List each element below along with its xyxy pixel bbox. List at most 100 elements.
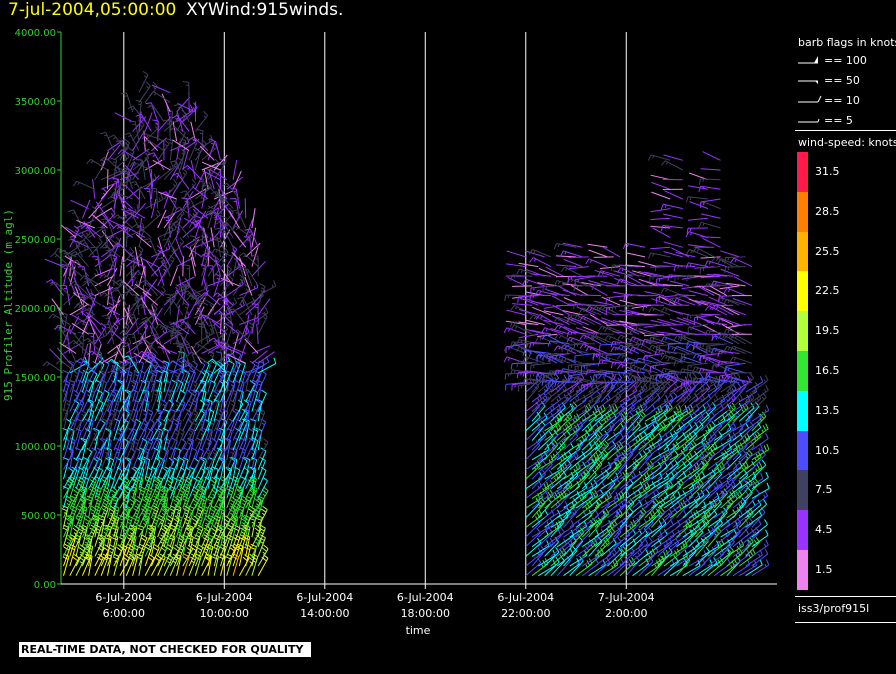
wind-barb-feather <box>200 432 204 436</box>
wind-barb-feather <box>642 478 645 482</box>
wind-barb-feather <box>259 283 266 287</box>
wind-barb-feather <box>583 308 586 312</box>
wind-barb <box>88 209 98 229</box>
wind-barb <box>625 522 641 538</box>
wind-barb-feather <box>148 531 152 535</box>
wind-barb-feather <box>230 384 234 387</box>
wind-barb-feather <box>642 488 645 492</box>
wind-barb-feather <box>608 371 610 375</box>
wind-barb-feather <box>614 265 617 269</box>
wind-barb-feather <box>90 246 97 249</box>
wind-barb-feather <box>210 142 214 145</box>
wind-barb-feather <box>627 294 629 298</box>
wind-barb-feather <box>173 337 178 339</box>
wind-barb-feather <box>115 289 119 292</box>
wind-barb <box>581 294 602 297</box>
wind-barb-feather <box>111 393 115 397</box>
wind-barb-feather <box>204 531 208 535</box>
wind-barb <box>514 304 533 316</box>
wind-barb-feather <box>255 306 259 309</box>
wind-barb <box>63 382 71 402</box>
wind-barb-feather <box>90 512 94 515</box>
wind-barb-feather <box>155 323 160 330</box>
wind-barb <box>638 561 654 577</box>
wind-barb-feather <box>236 296 243 300</box>
wind-barb-feather <box>567 542 571 546</box>
wind-barb-feather <box>180 190 187 194</box>
wind-barb-feather <box>143 282 147 285</box>
wind-barb-feather <box>570 337 574 342</box>
wind-barb-feather <box>98 541 102 545</box>
wind-barb-feather <box>78 546 84 552</box>
wind-barb-feather <box>596 354 600 358</box>
wind-barb-feather <box>576 285 579 289</box>
wind-barb-feather <box>125 517 132 522</box>
wind-barb-feather <box>591 496 594 500</box>
wind-barb <box>245 364 256 383</box>
wind-barb <box>63 488 70 509</box>
wind-barb-feather <box>145 81 151 87</box>
wind-barb-feather <box>621 268 624 272</box>
wind-barb-feather <box>113 327 117 330</box>
wind-barb-feather <box>77 182 80 186</box>
wind-profiler-chart: 0.00500.001000.001500.002000.002500.0030… <box>2 28 777 637</box>
wind-barb-feather <box>573 285 576 292</box>
wind-barb-feather <box>517 296 519 303</box>
wind-barb-feather <box>84 247 86 251</box>
wind-barb-feather <box>255 517 262 521</box>
wind-barb-feather <box>532 294 535 298</box>
wind-barb <box>144 459 151 480</box>
wind-barb-feather <box>111 493 115 497</box>
wind-barb-feather <box>540 373 543 377</box>
wind-barb-feather <box>255 541 259 545</box>
wind-barb-feather <box>212 532 216 535</box>
wind-barb-feather <box>162 365 166 368</box>
wind-barb-feather <box>87 340 91 343</box>
wind-barb-feather <box>191 560 195 564</box>
wind-barb-feather <box>526 357 530 361</box>
wind-barb-feather <box>197 344 200 348</box>
wind-barb-feather <box>79 403 83 406</box>
wind-barb <box>169 267 178 287</box>
wind-barb-feather <box>557 281 561 285</box>
wind-barb-feather <box>217 240 221 243</box>
wind-barb-feather <box>111 267 115 270</box>
wind-barb-feather <box>232 301 235 306</box>
wind-barb-feather <box>173 503 177 506</box>
wind-barb-feather <box>504 373 507 380</box>
wind-barb-feather <box>240 303 243 307</box>
wind-barb-feather <box>249 561 253 564</box>
wind-barb-feather <box>186 295 191 301</box>
wind-barb-feather <box>610 362 614 369</box>
wind-barb-feather <box>176 175 180 178</box>
wind-barb-feather <box>131 223 137 229</box>
wind-barb-feather <box>187 292 191 296</box>
wind-barb-feather <box>193 422 197 426</box>
wind-barb-feather <box>204 294 208 297</box>
wind-barb-feather <box>73 493 78 497</box>
wind-barb-feather <box>627 358 630 362</box>
wind-barb-feather <box>163 119 170 122</box>
wind-barb-feather <box>186 346 190 349</box>
wind-barb-feather <box>146 86 150 89</box>
wind-barb-feather <box>63 252 67 255</box>
wind-barb-feather <box>245 374 250 376</box>
wind-barb <box>600 425 615 441</box>
wind-barb-feather <box>612 552 615 556</box>
wind-barb <box>121 149 140 161</box>
wind-barb-feather <box>129 246 135 253</box>
wind-barb-feather <box>177 521 181 525</box>
wind-barb-feather <box>655 411 658 415</box>
wind-barb-feather <box>124 138 130 144</box>
wind-barb <box>113 421 121 441</box>
wind-barb-feather <box>256 374 260 378</box>
wind-barb-feather <box>152 546 159 551</box>
wind-barb <box>232 363 241 383</box>
wind-barb-feather <box>142 70 149 76</box>
wind-barb-feather <box>516 360 519 368</box>
wind-barb <box>602 246 621 258</box>
wind-barb-feather <box>579 497 582 501</box>
wind-barb <box>207 383 216 402</box>
wind-barb-feather <box>529 314 534 320</box>
wind-barb-feather <box>131 556 138 560</box>
